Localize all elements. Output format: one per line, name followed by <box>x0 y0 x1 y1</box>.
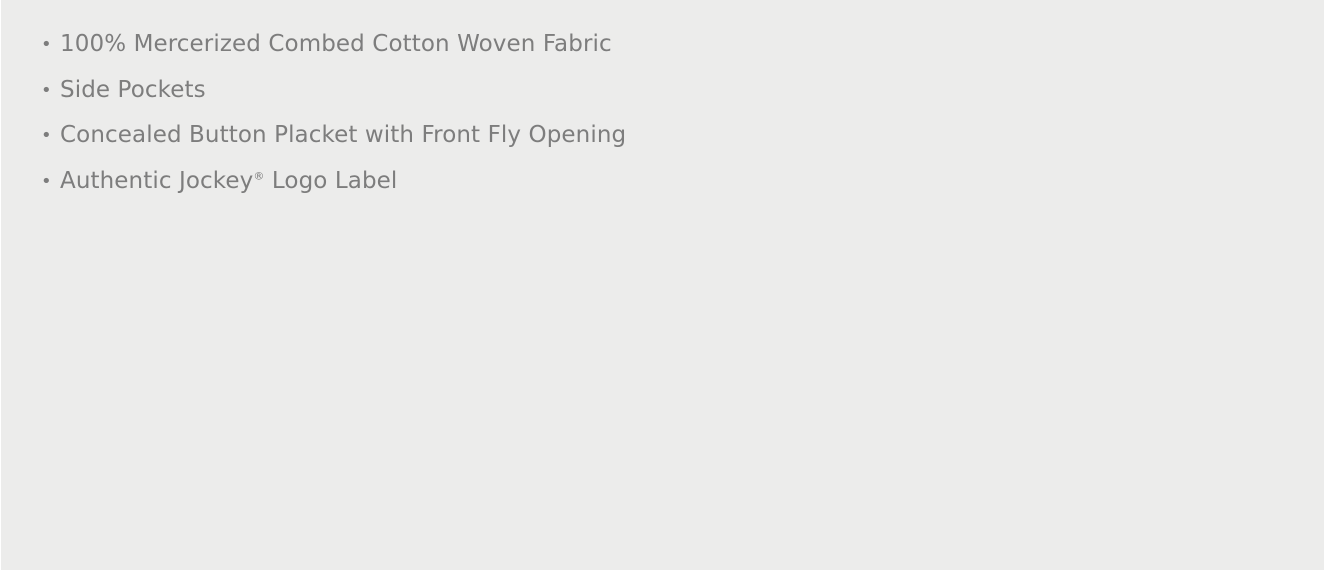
product-features-panel: • 100% Mercerized Combed Cotton Woven Fab… <box>1 0 1324 570</box>
list-item: • Side Pockets <box>41 76 626 104</box>
feature-text: Authentic Jockey <box>60 167 254 194</box>
feature-text: Side Pockets <box>60 76 206 103</box>
registered-mark: ® <box>253 168 265 182</box>
list-item: • Concealed Button Placket with Front Fly… <box>41 121 626 149</box>
bullet-icon: • <box>41 79 52 101</box>
list-item: • Authentic Jockey® Logo Label <box>41 167 626 195</box>
feature-list: • 100% Mercerized Combed Cotton Woven Fab… <box>41 30 626 212</box>
feature-text: 100% Mercerized Combed Cotton Woven Fabr… <box>60 31 612 57</box>
bullet-icon: • <box>41 34 52 55</box>
feature-text: Concealed Button Placket with Front Fly … <box>60 122 627 148</box>
bullet-icon: • <box>41 170 52 192</box>
feature-text-suffix: Logo Label <box>264 167 398 194</box>
list-item: • 100% Mercerized Combed Cotton Woven Fab… <box>41 30 626 58</box>
bullet-icon: • <box>41 125 52 146</box>
